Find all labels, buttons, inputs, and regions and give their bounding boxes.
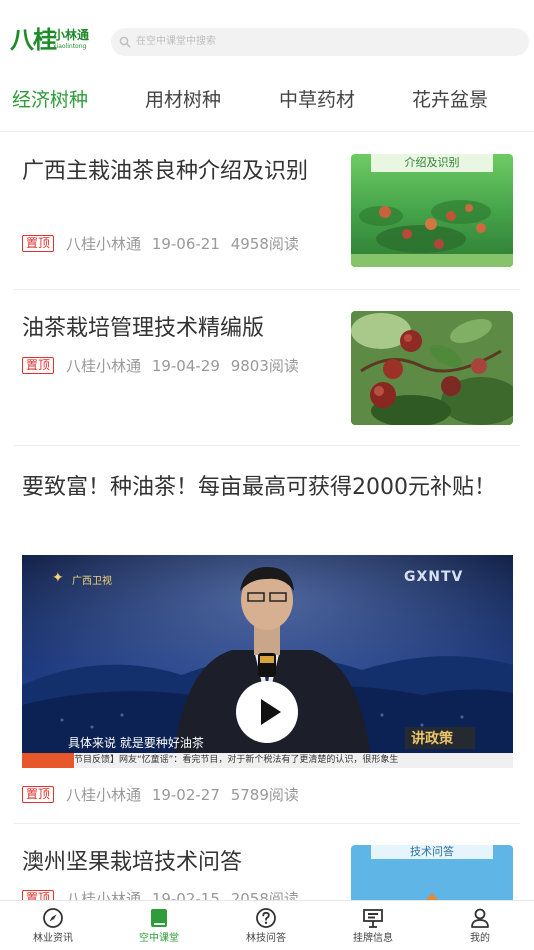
article-reads: 5789阅读 [230,786,299,804]
tabbar-item-tech-qa[interactable]: 林技问答 [213,901,319,950]
signboard-icon [363,909,383,928]
tabbar-item-listing-info[interactable]: 挂牌信息 [320,901,426,950]
video-subtitle: 具体来说 就是要种好油茶 [68,736,204,750]
play-button[interactable] [236,681,298,743]
tabbar-label: 挂牌信息 [353,933,393,944]
tabbar-label: 空中课堂 [139,933,179,944]
tabbar-label: 林技问答 [246,933,286,944]
divider [14,289,520,290]
tab-timber-trees[interactable]: 用材树种 [145,86,221,114]
article-date: 19-02-27 [151,786,220,804]
article-title[interactable]: 澳州坚果栽培技术问答 [22,845,334,880]
logo-sub-text: 小林通 [53,28,90,42]
tabbar-item-forestry-news[interactable]: 林业资讯 [0,901,106,950]
article-reads: 9803阅读 [230,357,299,375]
pinned-badge: 置顶 [22,235,55,252]
article-title[interactable]: 广西主栽油茶良种介绍及识别 [22,154,334,189]
logo-en-text: xiaolintong [53,43,87,50]
tabbar-item-mine[interactable]: 我的 [427,901,533,950]
article-thumbnail[interactable]: 介绍及识别 [351,154,513,267]
tab-economic-trees[interactable]: 经济树种 [12,86,88,114]
logo-main-text: 八桂 [10,25,57,54]
article-date: 19-04-29 [151,357,220,375]
channel-badge: GXNTV [404,569,464,585]
question-icon [256,908,276,928]
article-source: 八桂小林通 [66,786,142,804]
bottom-tab-bar: 林业资讯 空中课堂 林技问答 挂牌信息 我的 [0,900,534,950]
article-title[interactable]: 要致富！种油茶！每亩最高可获得2000元补贴！ [22,470,512,505]
channel-emblem-icon: ✦ [52,570,64,586]
thumbnail-caption: 技术问答 [410,845,454,858]
divider [14,445,520,446]
user-icon [471,908,489,928]
article-date: 19-06-21 [151,235,220,253]
pinned-badge: 置顶 [22,786,55,803]
search-placeholder: 在空中课堂中搜索 [136,36,216,47]
article-meta: 置顶 八桂小林通 19-02-27 5789阅读 [22,784,299,806]
video-player[interactable]: 广西卫视 ✦ GXNTV 具体来说 就是要种好油茶 讲政策 节目反馈】网友“忆童… [22,555,513,768]
article-source: 八桂小林通 [66,235,142,253]
compass-icon [43,908,63,928]
play-icon [261,699,281,725]
camellia-fruit-image [351,311,513,425]
program-logo: 讲政策 [411,731,453,747]
search-input[interactable]: 在空中课堂中搜索 [111,28,529,56]
tabbar-label: 我的 [470,933,490,944]
article-source: 八桂小林通 [66,357,142,375]
category-tabs: 经济树种 用材树种 中草药材 花卉盆景 [0,82,534,132]
article-title[interactable]: 油茶栽培管理技术精编版 [22,311,334,346]
article-meta: 置顶 八桂小林通 19-04-29 9803阅读 [22,355,299,377]
tabbar-item-sky-classroom[interactable]: 空中课堂 [106,901,212,950]
article-reads: 4958阅读 [230,235,299,253]
tab-flowers-bonsai[interactable]: 花卉盆景 [412,86,488,114]
thumbnail-caption: 介绍及识别 [404,156,460,169]
book-icon [151,909,167,927]
pinned-badge: 置顶 [22,357,55,374]
channel-logo: 广西卫视 [72,576,112,587]
news-ticker: 节目反馈】网友“忆童谣”：看完节目，对于新个税法有了更清楚的认识，很形象生 [74,755,399,765]
tabbar-label: 林业资讯 [33,933,73,944]
app-logo: 八桂 小林通 xiaolintong [10,26,96,56]
article-thumbnail[interactable] [351,311,513,425]
divider [14,823,520,824]
article-meta: 置顶 八桂小林通 19-06-21 4958阅读 [22,233,299,255]
app-header: 八桂 小林通 xiaolintong 在空中课堂中搜索 [0,0,534,80]
tab-herbal-medicine[interactable]: 中草药材 [279,86,355,114]
search-icon [119,36,131,48]
